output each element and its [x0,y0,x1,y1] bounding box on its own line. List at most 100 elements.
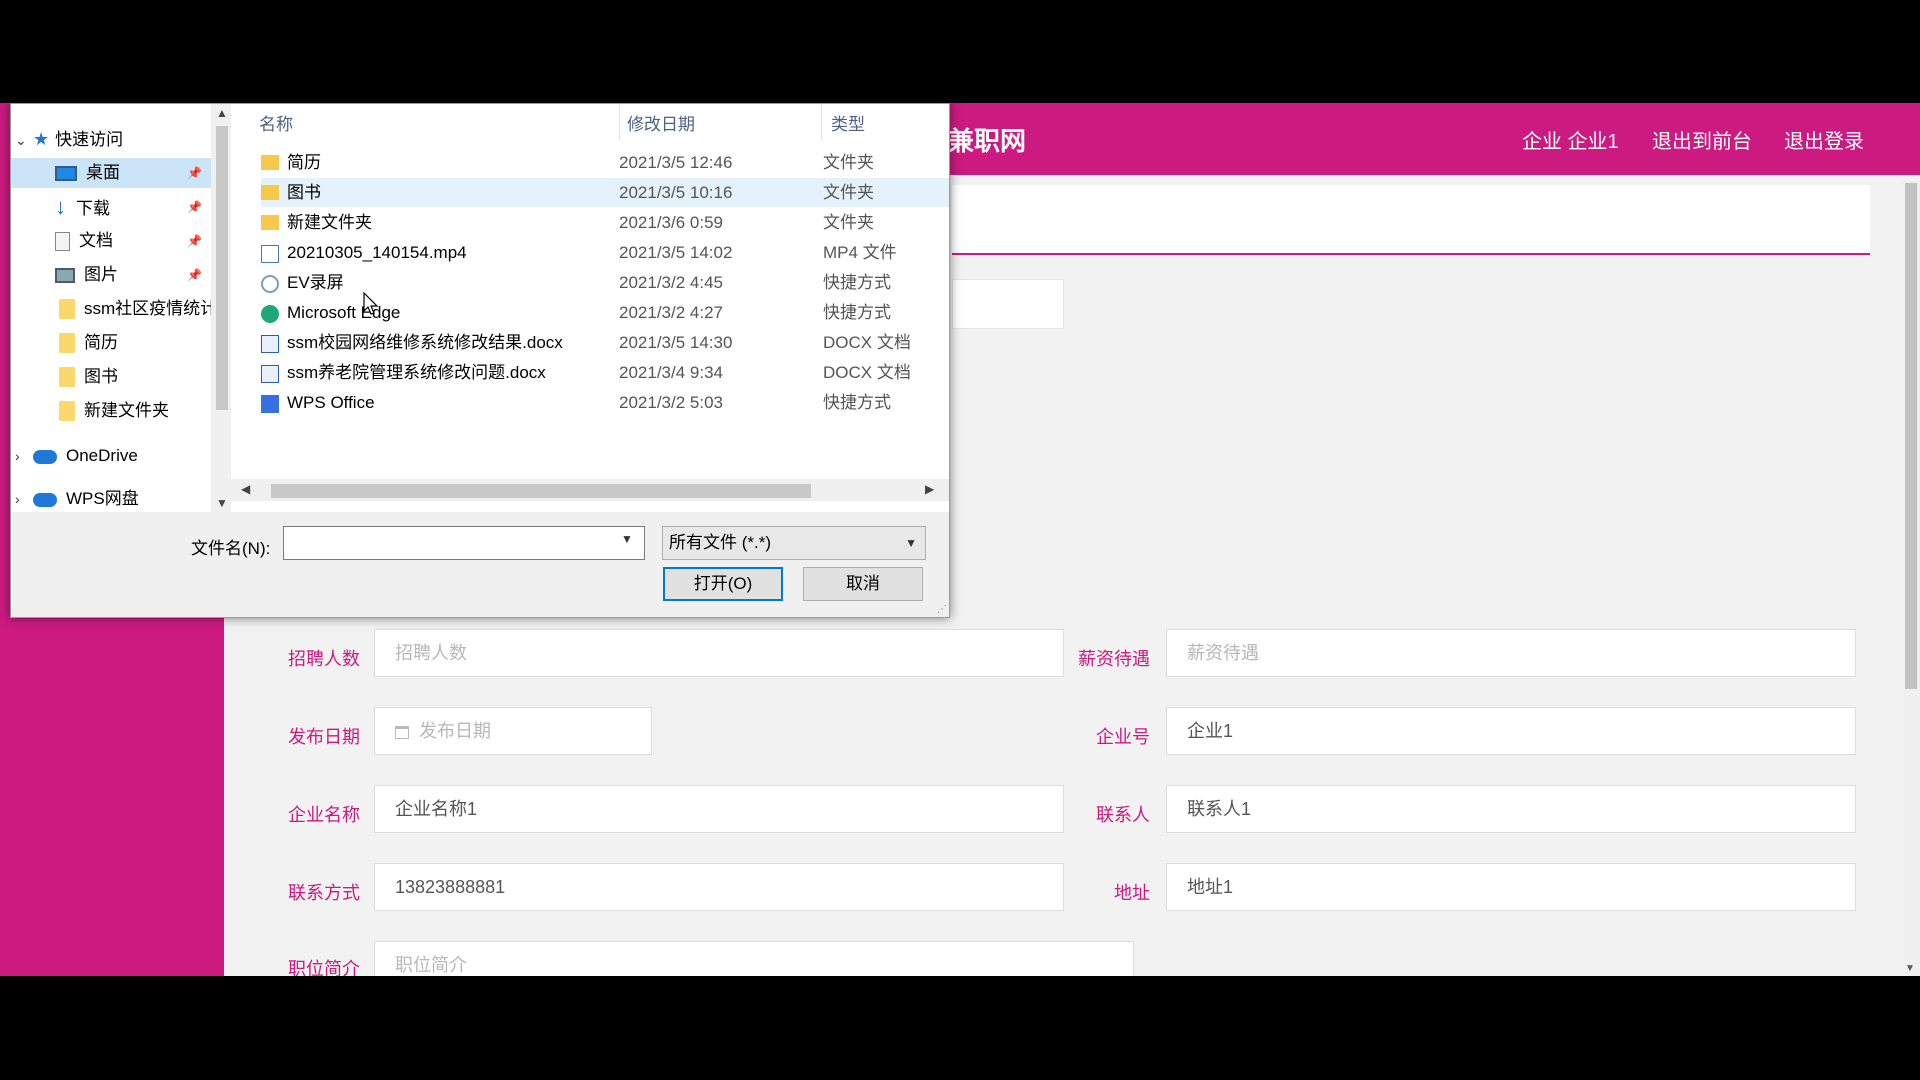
file-name: 20210305_140154.mp4 [287,243,467,262]
file-name: ssm养老院管理系统修改问题.docx [287,363,546,382]
file-name: 简历 [287,153,321,172]
nav-scroll-thumb[interactable] [216,126,228,410]
cloud-icon [33,492,57,507]
file-row[interactable]: 新建文件夹 2021/3/6 0:59 文件夹 [261,208,949,237]
nav-label: WPS网盘 [66,489,139,508]
user-menu-link[interactable]: 企业 企业1 [1522,125,1619,154]
scroll-right-arrow-icon[interactable]: ▶ [925,482,934,496]
page-scrollbar[interactable]: ▼ [1902,181,1920,976]
phone-input[interactable]: 13823888881 [374,863,1064,911]
file-row[interactable]: 图书 2021/3/5 10:16 文件夹 [261,178,949,207]
cancel-button[interactable]: 取消 [803,567,923,601]
description-input[interactable]: 职位简介 [374,941,1134,976]
scroll-up-arrow-icon[interactable]: ▲ [216,106,228,120]
navigation-pane: ⌄ ★ 快速访问 桌面 📌 ↓ 下载 📌 文档 📌 图片 📌 ssm社区疫情统计 简历 图书 [11,104,231,512]
pin-icon: 📌 [187,166,202,180]
column-header-type[interactable]: 类型 [831,110,865,135]
file-date: 2021/3/5 14:30 [619,333,733,352]
folder-icon [59,298,75,319]
calendar-icon [395,725,409,739]
file-list: 名称 修改日期 类型 简历 2021/3/5 12:46 文件夹 图书 2021… [231,104,949,512]
nav-label: 下载 [76,199,110,218]
folder-icon [59,366,75,387]
column-divider[interactable] [619,104,620,140]
file-row[interactable]: ssm养老院管理系统修改问题.docx 2021/3/4 9:34 DOCX 文… [261,358,949,387]
wps-icon [261,394,279,413]
filename-input[interactable] [283,526,645,560]
file-date: 2021/3/5 10:16 [619,183,733,202]
filetype-select[interactable]: 所有文件 (*.*) ▼ [662,526,926,560]
company-name-input[interactable]: 企业名称1 [374,785,1064,833]
file-row[interactable]: WPS Office 2021/3/2 5:03 快捷方式 [261,388,949,417]
nav-label: ssm社区疫情统计 [84,299,211,318]
file-row[interactable]: 简历 2021/3/5 12:46 文件夹 [261,148,949,177]
nav-item-folder-resume[interactable]: 简历 [59,328,211,358]
nav-item-pictures[interactable]: 图片 📌 [55,260,211,290]
company-id-input[interactable]: 企业1 [1166,707,1856,755]
file-date: 2021/3/5 14:02 [619,243,733,262]
file-name: ssm校园网络维修系统修改结果.docx [287,333,563,352]
nav-label: 简历 [84,333,118,352]
nav-item-quick-access[interactable]: ⌄ ★ 快速访问 [15,124,211,154]
publish-date-input[interactable]: 发布日期 [374,707,652,755]
file-type: DOCX 文档 [823,333,911,352]
ev-recorder-icon [261,274,279,293]
salary-input[interactable]: 薪资待遇 [1166,629,1856,677]
nav-label: 图书 [84,367,118,386]
edge-icon [261,304,279,323]
nav-item-desktop[interactable]: 桌面 📌 [11,158,211,188]
file-date: 2021/3/2 4:27 [619,303,723,322]
scroll-left-arrow-icon[interactable]: ◀ [241,482,250,496]
nav-label: 文档 [79,231,113,250]
site-title: 兼职网 [948,126,1027,156]
form-label-headcount: 招聘人数 [288,649,360,669]
form-label-contact: 联系人 [1096,805,1150,825]
chevron-down-icon[interactable]: ⌄ [15,125,33,155]
nav-item-wps-drive[interactable]: › WPS网盘 [15,484,211,512]
nav-scrollbar[interactable]: ▲ ▼ [211,104,231,512]
chevron-right-icon[interactable]: › [15,441,33,471]
horizontal-scrollbar[interactable]: ◀ ▶ [231,479,949,501]
desktop-icon [55,166,77,182]
nav-item-folder-books[interactable]: 图书 [59,362,211,392]
column-divider[interactable] [821,104,822,140]
horizontal-scroll-thumb[interactable] [271,484,811,498]
open-button[interactable]: 打开(O) [663,567,783,601]
file-date: 2021/3/5 12:46 [619,153,733,172]
chevron-down-icon[interactable]: ▼ [905,527,917,559]
cloud-icon [33,449,57,464]
scroll-down-arrow-icon[interactable]: ▼ [216,496,228,510]
folder-icon [261,185,279,201]
folder-icon [261,215,279,231]
back-to-front-link[interactable]: 退出到前台 [1652,125,1752,154]
file-name: Microsoft Edge [287,303,401,322]
column-header-date[interactable]: 修改日期 [627,110,695,135]
file-type: 快捷方式 [823,273,891,292]
file-row[interactable]: ssm校园网络维修系统修改结果.docx 2021/3/5 14:30 DOCX… [261,328,949,357]
file-date: 2021/3/6 0:59 [619,213,723,232]
page-scroll-thumb[interactable] [1905,183,1917,689]
address-input[interactable]: 地址1 [1166,863,1856,911]
nav-item-downloads[interactable]: ↓ 下载 📌 [55,192,211,222]
form-label-salary: 薪资待遇 [1078,649,1150,669]
resize-grip-icon[interactable]: ⋰ [937,604,947,615]
form-input-partial[interactable] [952,279,1064,329]
nav-item-folder-ssm[interactable]: ssm社区疫情统计 [59,294,211,324]
file-row[interactable]: 20210305_140154.mp4 2021/3/5 14:02 MP4 文… [261,238,949,267]
column-header-name[interactable]: 名称 [259,110,293,135]
scroll-down-arrow-icon[interactable]: ▼ [1905,963,1915,974]
contact-input[interactable]: 联系人1 [1166,785,1856,833]
chevron-right-icon[interactable]: › [15,484,33,512]
pin-icon: 📌 [187,234,202,248]
browser-viewport: 兼职网 企业 企业1 退出到前台 退出登录 招聘人数 招聘人数 薪资待遇 薪资待… [0,103,1920,976]
nav-item-onedrive[interactable]: › OneDrive [15,441,211,471]
file-date: 2021/3/2 4:45 [619,273,723,292]
nav-item-documents[interactable]: 文档 📌 [55,226,211,256]
chevron-down-icon[interactable]: ▼ [621,532,633,546]
nav-item-folder-new[interactable]: 新建文件夹 [59,396,211,426]
headcount-input[interactable]: 招聘人数 [374,629,1064,677]
video-file-icon [261,244,279,263]
file-type: 文件夹 [823,153,874,172]
logout-link[interactable]: 退出登录 [1784,125,1864,154]
nav-label: 新建文件夹 [84,401,169,420]
